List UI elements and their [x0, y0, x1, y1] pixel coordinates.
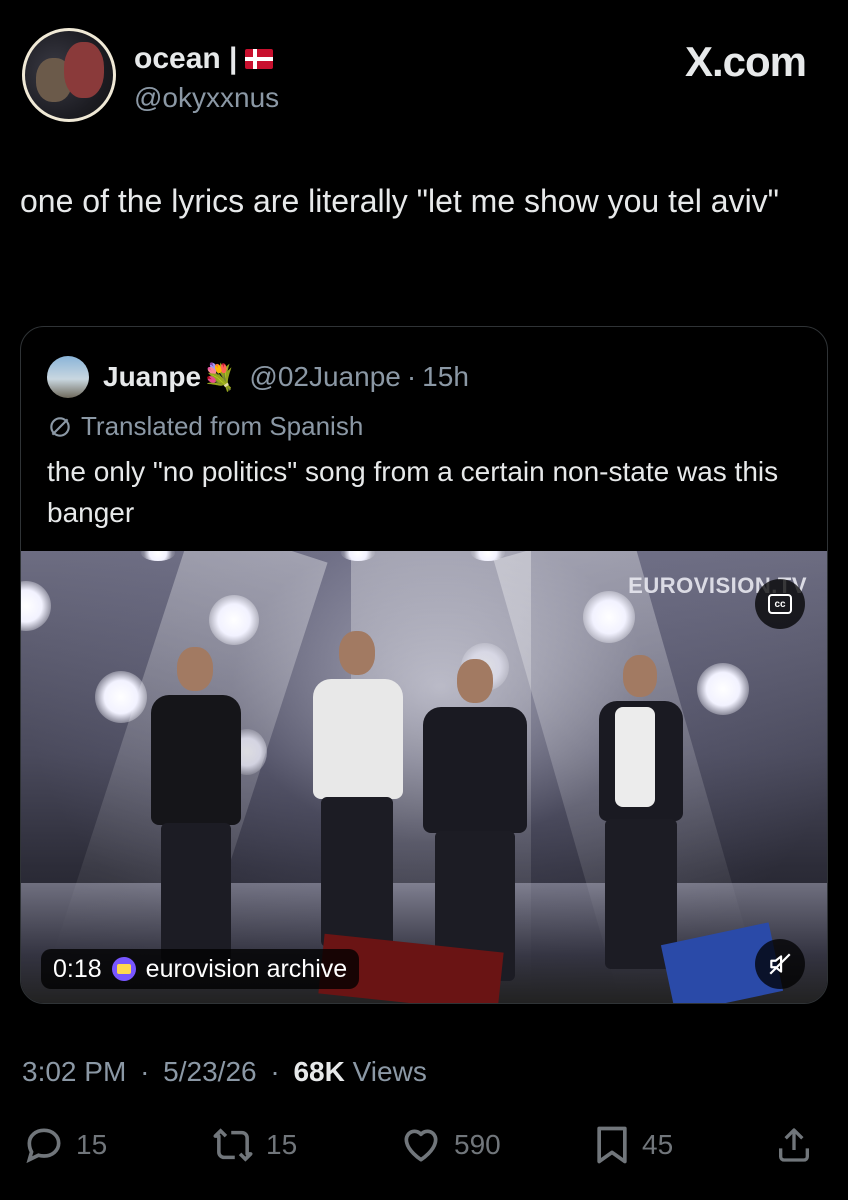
folder-icon: [111, 957, 136, 981]
display-name-text: ocean |: [134, 42, 238, 75]
closed-captions-icon: cc: [768, 594, 792, 614]
video-source: eurovision archive: [145, 954, 348, 983]
dancer-white-vest: [615, 707, 655, 807]
reply-count: 15: [76, 1129, 108, 1160]
views-count: 68K: [293, 1056, 345, 1087]
denmark-flag-icon: [245, 49, 274, 69]
reply-icon: [26, 1128, 61, 1164]
quoted-display-name[interactable]: Juanpe: [103, 361, 201, 393]
like-count: 590: [454, 1129, 501, 1160]
user-avatar[interactable]: [22, 28, 116, 122]
heart-icon: [404, 1129, 438, 1162]
stage-light: [697, 663, 749, 715]
bookmark-button[interactable]: 45: [592, 1122, 673, 1168]
like-button[interactable]: 590: [398, 1122, 501, 1168]
quoted-timestamp[interactable]: 15h: [422, 361, 469, 393]
display-name[interactable]: ocean |: [134, 42, 274, 76]
quoted-tweet[interactable]: Juanpe 💐 @02Juanpe · 15h Translated from…: [20, 326, 828, 1004]
repost-button[interactable]: 15: [210, 1122, 297, 1168]
share-icon: [779, 1128, 809, 1162]
quoted-separator: ·: [406, 361, 417, 392]
dancer: [131, 647, 261, 977]
translation-label: Translated from Spanish: [81, 411, 364, 441]
post-time[interactable]: 3:02 PM: [22, 1056, 126, 1087]
reply-button[interactable]: 15: [22, 1122, 107, 1168]
bouquet-emoji-icon: 💐: [203, 361, 236, 392]
meta-separator: ·: [140, 1056, 150, 1087]
dancer-lead-singer: [401, 659, 551, 989]
mute-button[interactable]: [755, 939, 805, 989]
translation-notice[interactable]: Translated from Spanish: [47, 411, 363, 442]
stage-light: [141, 551, 175, 561]
bookmark-count: 45: [642, 1129, 674, 1160]
bookmark-icon: [597, 1126, 627, 1164]
tweet-text: one of the lyrics are literally "let me …: [20, 183, 780, 219]
share-button[interactable]: [774, 1122, 814, 1168]
x-com-watermark: X.com: [684, 38, 807, 85]
repost-icon: [213, 1128, 253, 1162]
tweet-metadata: 3:02 PM · 5/23/26 · 68K Views: [22, 1056, 427, 1088]
tweet-header: ocean | @okyxxnus X.com: [22, 28, 826, 128]
avatar-figure-right: [64, 42, 104, 98]
closed-captions-button[interactable]: cc: [755, 579, 805, 629]
quoted-user-avatar[interactable]: [47, 356, 89, 398]
video-info-pill[interactable]: 0:18 eurovision archive: [41, 949, 360, 989]
repost-count: 15: [266, 1129, 298, 1160]
user-handle[interactable]: @okyxxnus: [134, 82, 279, 114]
quoted-tweet-header: Juanpe 💐 @02Juanpe · 15h: [47, 356, 469, 398]
action-bar: 15 15 590 45: [22, 1122, 826, 1168]
post-date[interactable]: 5/23/26: [163, 1056, 256, 1087]
video-duration: 0:18: [53, 954, 102, 983]
quoted-handle[interactable]: @02Juanpe: [249, 361, 400, 393]
meta-separator: ·: [270, 1056, 280, 1087]
views-label: Views: [352, 1056, 427, 1087]
stage-light: [21, 581, 51, 631]
muted-speaker-icon: [769, 953, 791, 975]
dancer: [581, 655, 701, 985]
video-player[interactable]: EUROVISION.TV cc 0:18 eurovision archive: [21, 551, 827, 1003]
stage-light: [209, 595, 259, 645]
quoted-tweet-text: the only "no politics" song from a certa…: [47, 456, 779, 528]
translate-icon: [50, 416, 70, 437]
